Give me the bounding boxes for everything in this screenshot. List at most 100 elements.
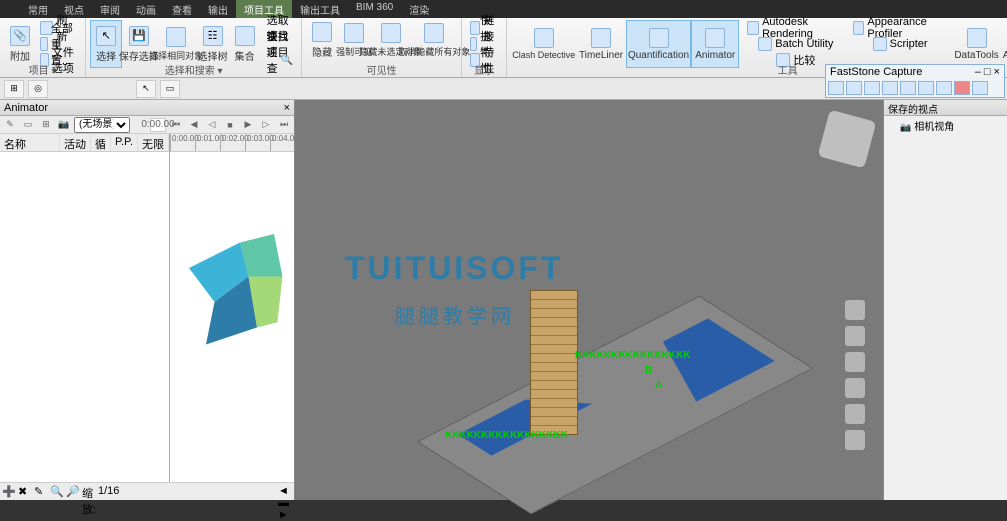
app-manager-button[interactable]: App Manager	[1001, 20, 1007, 68]
clash-icon	[534, 28, 554, 48]
unhide-all-button[interactable]: 取消隐藏所有对象	[412, 20, 458, 61]
animator-title: Animator	[4, 102, 48, 114]
group-project-label: 项目 ▾	[0, 62, 85, 77]
stop-icon[interactable]: ■	[222, 118, 238, 132]
scripter-button[interactable]: Scripter	[849, 36, 952, 52]
animator-icon	[705, 28, 725, 48]
fs-window-controls[interactable]: – □ ×	[975, 66, 1000, 78]
grid-label-row2: KKKKKKKKKKKKKKKKK	[445, 430, 568, 441]
select-button[interactable]: ↖选择	[90, 20, 122, 68]
tab-output[interactable]: 输出	[200, 0, 236, 18]
hide-unsel-icon	[381, 23, 401, 43]
selection-tree-button[interactable]: ☷选择树	[197, 20, 229, 68]
clash-detective-button[interactable]: Clash Detective	[511, 20, 576, 68]
col-loop[interactable]: 循	[91, 134, 111, 151]
play-icon[interactable]: ▶	[240, 118, 256, 132]
tab-review[interactable]: 审阅	[92, 0, 128, 18]
fs-title: FastStone Capture	[830, 66, 922, 78]
anim-tool-3[interactable]: ⊞	[38, 118, 54, 132]
col-name[interactable]: 名称	[0, 134, 60, 151]
grid-label-a: A	[655, 380, 662, 391]
fs-capture-full-icon[interactable]	[900, 81, 916, 95]
appearance-profiler-button[interactable]: Appearance Profiler	[849, 20, 952, 36]
tab-render[interactable]: 渲染	[401, 0, 437, 18]
nav-pan-icon[interactable]	[845, 300, 865, 320]
anim-tool-4[interactable]: 📷	[56, 118, 72, 132]
tab-home[interactable]: 常用	[20, 0, 56, 18]
rendering-button[interactable]: Autodesk Rendering	[743, 20, 848, 36]
play-back-icon[interactable]: ◁	[204, 118, 220, 132]
ribbon-tabs: 常用 视点 审阅 动画 查看 输出 项目工具 输出工具 BIM 360 渲染	[0, 0, 1007, 18]
foot-zoom-in-icon[interactable]: 🔍	[50, 485, 64, 499]
batch-utility-button[interactable]: Batch Utility	[743, 36, 848, 52]
saved-viewpoints-panel: 保存的视点 相机视角	[883, 100, 1007, 500]
fs-capture-rect-icon[interactable]	[864, 81, 880, 95]
fwd-icon[interactable]: ⏭	[276, 118, 292, 132]
tab-view[interactable]: 查看	[164, 0, 200, 18]
fs-capture-window-icon[interactable]	[846, 81, 862, 95]
grid-label-row1: KKKKKKKKKKKKKKKK	[575, 350, 691, 361]
anim-tool-1[interactable]: ✎	[2, 118, 18, 132]
3d-viewport[interactable]: TUITUISOFT 腿腿教学网 KKKKKKKKKKKKKKKK B A KK…	[295, 100, 883, 500]
batch-icon	[758, 37, 772, 51]
link-icon	[470, 21, 480, 35]
nav-zoom-icon[interactable]	[845, 326, 865, 346]
viewpoint-item[interactable]: 相机视角	[884, 116, 1007, 135]
timeliner-button[interactable]: TimeLiner	[576, 20, 625, 68]
hide-button[interactable]: 隐藏	[306, 20, 338, 61]
step-fwd-icon[interactable]: ▷	[258, 118, 274, 132]
qat-steering[interactable]: ◎	[28, 80, 48, 98]
tab-animation[interactable]: 动画	[128, 0, 164, 18]
col-infinite[interactable]: 无限	[138, 134, 169, 151]
anim-tool-2[interactable]: ▭	[20, 118, 36, 132]
qat-select[interactable]: ▭	[160, 80, 180, 98]
qprop-icon	[470, 37, 477, 51]
foot-zoom-out-icon[interactable]: 🔎	[66, 485, 80, 499]
watermark-logo	[155, 200, 325, 370]
fs-capture-scroll-icon[interactable]	[918, 81, 934, 95]
fs-capture-freehand-icon[interactable]	[882, 81, 898, 95]
group-select-label: 选择和搜索 ▾	[86, 62, 301, 77]
hide-icon	[312, 22, 332, 42]
step-back-icon[interactable]: ◀	[186, 118, 202, 132]
h-scrollbar[interactable]: ◄ ▬ ►	[278, 485, 292, 499]
col-active[interactable]: 活动	[60, 134, 91, 151]
timeliner-icon	[591, 28, 611, 48]
foot-edit-icon[interactable]: ✎	[34, 485, 48, 499]
sets-icon	[235, 26, 255, 46]
fs-capture-active-icon[interactable]	[828, 81, 844, 95]
nav-fly-icon[interactable]	[845, 430, 865, 450]
append-button[interactable]: 📎附加	[4, 20, 36, 68]
col-pp[interactable]: P.P.	[111, 134, 138, 151]
animator-button[interactable]: Animator	[691, 20, 739, 68]
tab-bim360[interactable]: BIM 360	[348, 0, 401, 18]
same-icon	[166, 27, 186, 47]
append-icon: 📎	[10, 26, 30, 46]
fs-settings-icon[interactable]	[972, 81, 988, 95]
fs-capture-fixed-icon[interactable]	[936, 81, 952, 95]
watermark-text-1: TUITUISOFT	[345, 250, 563, 287]
quantification-button[interactable]: Quantification	[626, 20, 692, 68]
fs-record-icon[interactable]	[954, 81, 970, 95]
qat-cursor[interactable]: ↖	[136, 80, 156, 98]
cursor-icon: ↖	[96, 26, 116, 46]
reset-icon	[40, 37, 48, 51]
animator-close-icon[interactable]: ×	[284, 102, 290, 114]
timeline-ruler: 0:00.00 0:01.00 0:02.00 0:03.00 0:04.00	[170, 134, 294, 152]
nav-look-icon[interactable]	[845, 378, 865, 398]
scene-select[interactable]: (无场景)	[74, 117, 130, 133]
nav-orbit-icon[interactable]	[845, 352, 865, 372]
foot-add-icon[interactable]: ➕	[2, 485, 16, 499]
sets-button[interactable]: 集合	[229, 20, 261, 68]
group-display-label: 显示	[462, 62, 506, 77]
foot-del-icon[interactable]: ✖	[18, 485, 32, 499]
faststone-capture-toolbar: FastStone Capture – □ ×	[825, 64, 1005, 98]
viewcube[interactable]	[818, 110, 877, 169]
tab-output-tools[interactable]: 输出工具	[292, 0, 348, 18]
require-icon	[344, 23, 364, 43]
rewind-icon[interactable]: ⏮	[168, 118, 184, 132]
datatools-button[interactable]: DataTools	[952, 20, 1002, 68]
select-same-button[interactable]: 选择相同对象	[156, 20, 197, 68]
nav-walk-icon[interactable]	[845, 404, 865, 424]
qat-nav[interactable]: ⊞	[4, 80, 24, 98]
